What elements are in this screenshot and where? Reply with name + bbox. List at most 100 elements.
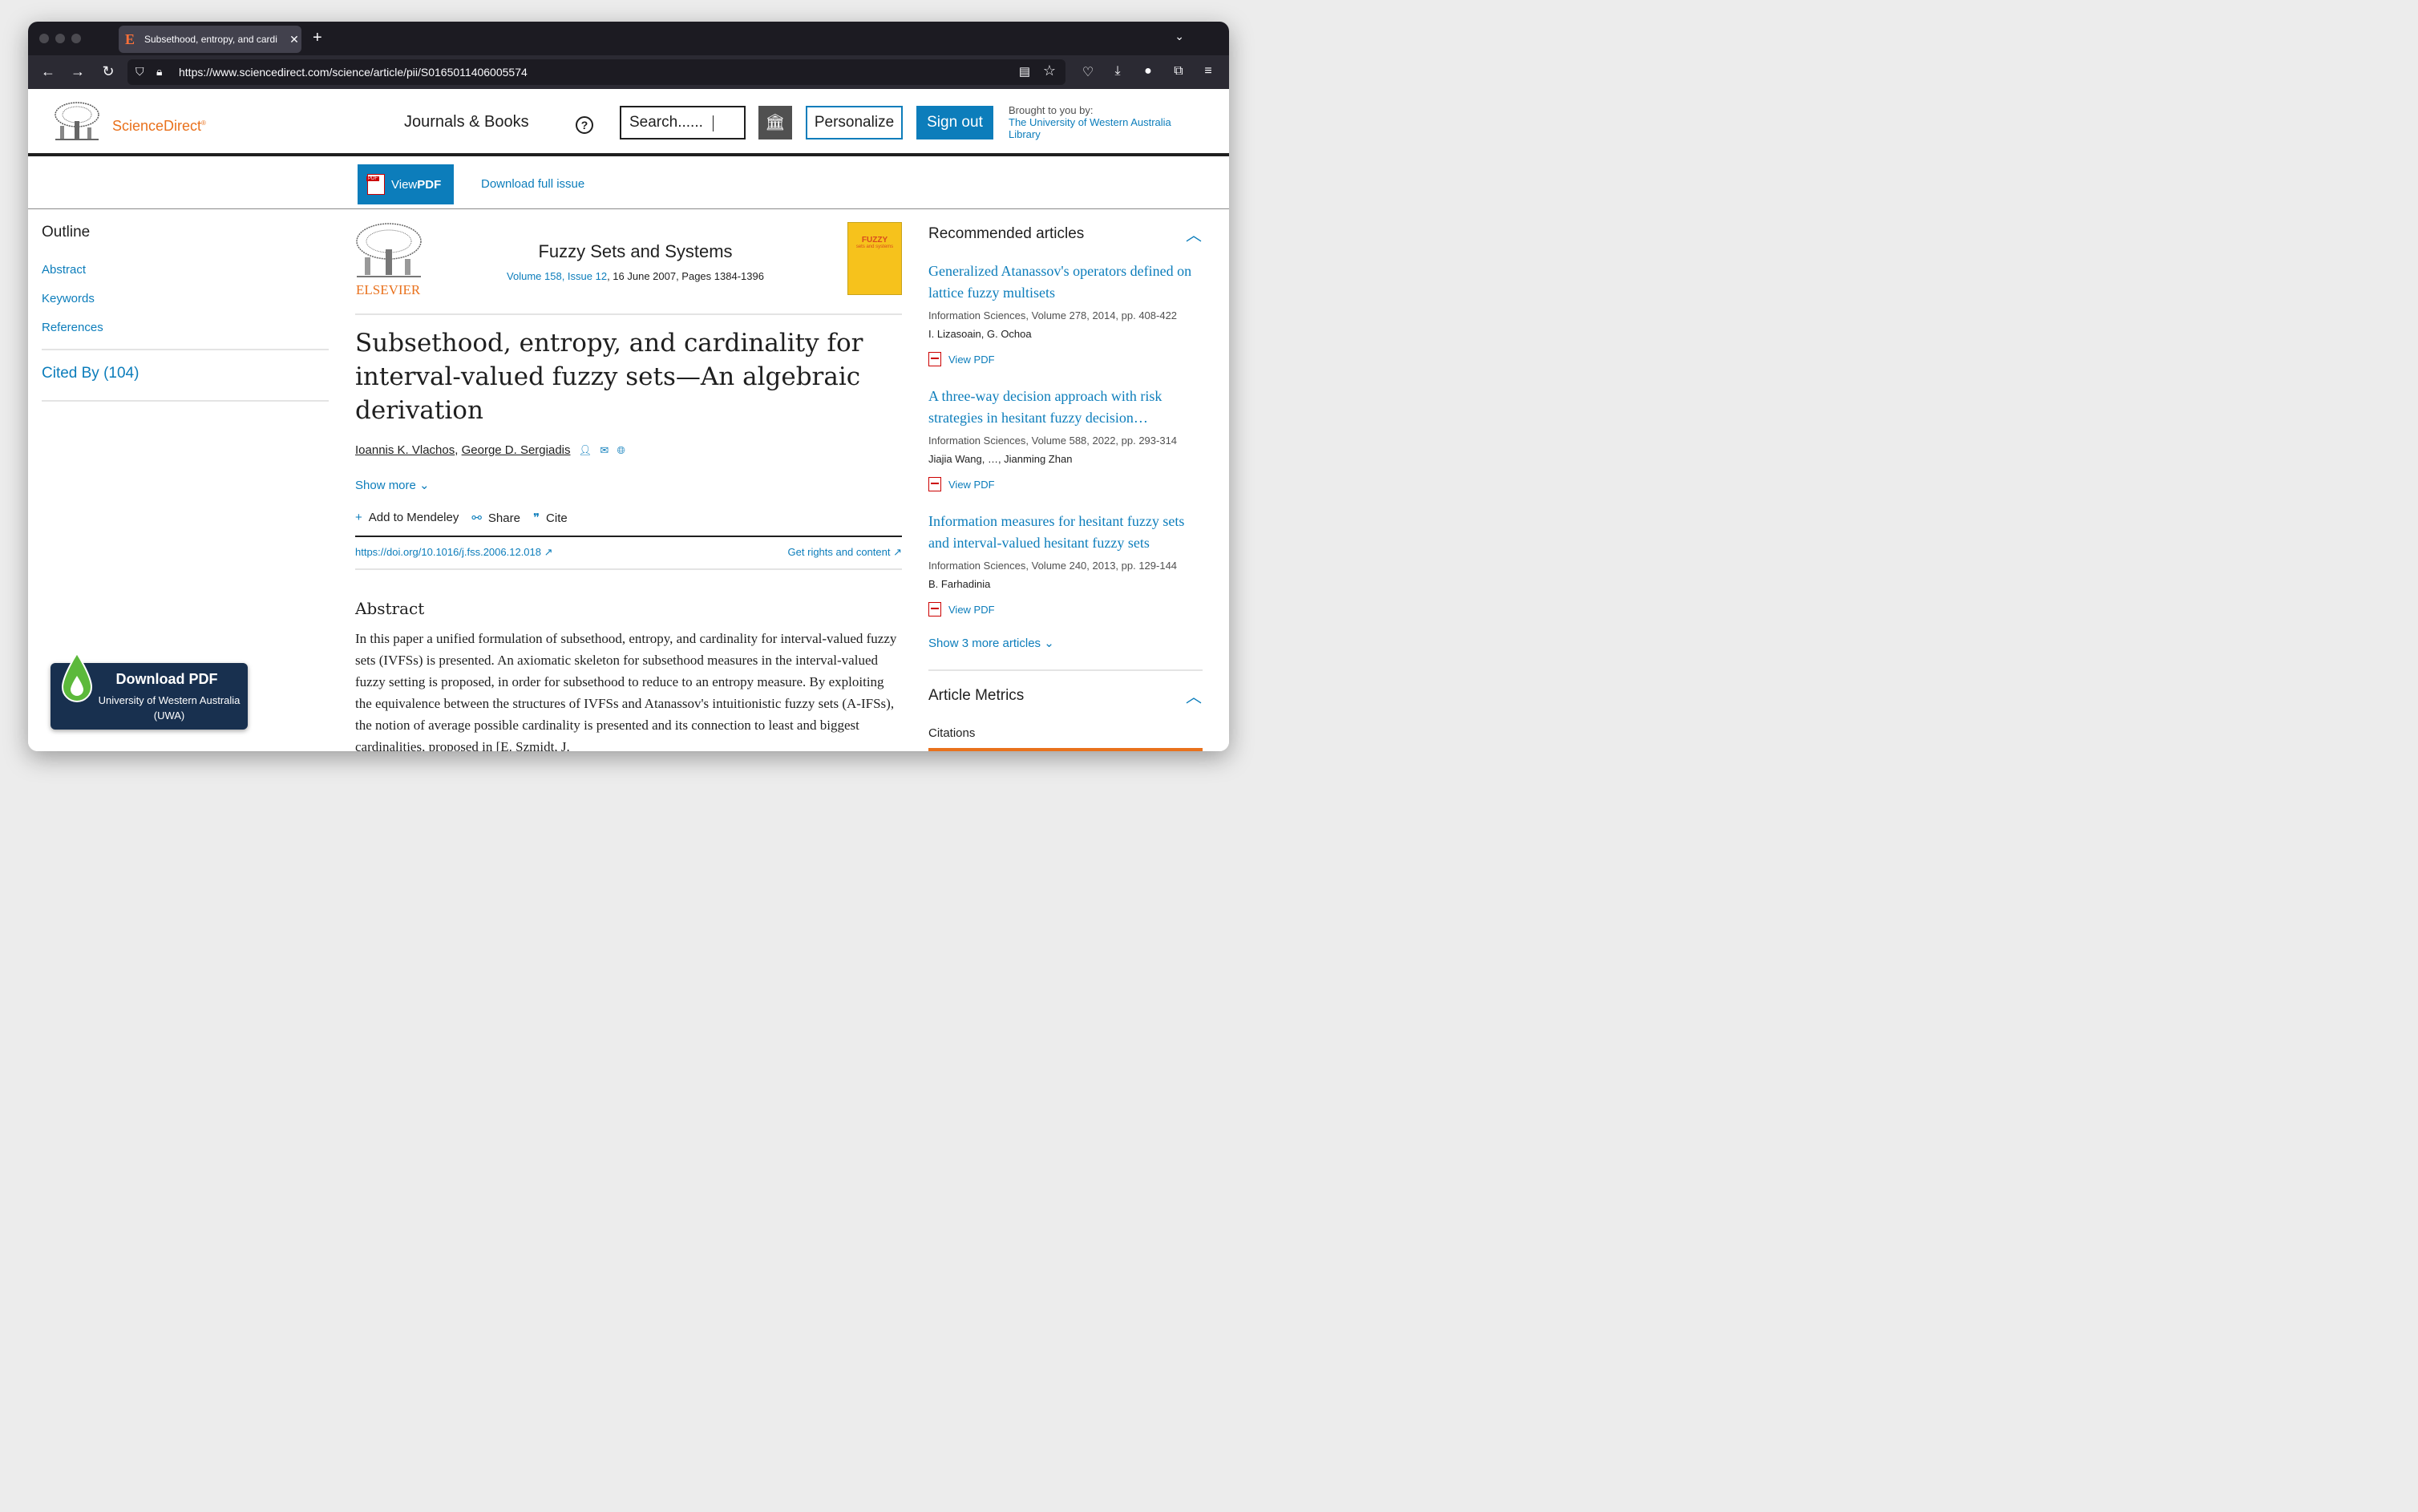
address-bar[interactable]: ⛉ 🔒︎ https://www.sciencedirect.com/scien…	[127, 59, 1065, 85]
elsevier-favicon-icon: E	[125, 30, 135, 47]
envelope-icon[interactable]: ✉	[600, 444, 609, 456]
recommended-article-source: Information Sciences, Volume 240, 2013, …	[928, 560, 1178, 572]
outline-item-keywords[interactable]: Keywords	[42, 292, 95, 305]
show-more-label: Show more	[355, 479, 416, 492]
cite-button[interactable]: ❞ Cite	[533, 511, 568, 525]
volume-issue-link[interactable]: Volume 158, Issue 12	[507, 270, 607, 282]
show-more-articles-button[interactable]: Show 3 more articles ⌄	[928, 636, 1054, 650]
pdf-icon	[928, 602, 941, 617]
recommended-view-pdf-link[interactable]: View PDF	[928, 352, 995, 366]
recommended-articles-heading: Recommended articles	[928, 225, 1085, 242]
personalize-button[interactable]: Personalize	[806, 106, 903, 139]
download-pdf-widget[interactable]: Download PDF University of Western Austr…	[51, 652, 248, 730]
journals-books-link[interactable]: Journals & Books	[404, 113, 529, 131]
tab-bar: E Subsethood, entropy, and cardi ✕ + ⌄	[28, 22, 1229, 55]
doi-text: https://doi.org/10.1016/j.fss.2006.12.01…	[355, 546, 542, 558]
recommended-article-authors: I. Lizasoain, G. Ochoa	[928, 328, 1032, 340]
outline-divider	[42, 349, 329, 350]
download-pdf-institution: University of Western Australia (UWA)	[91, 693, 248, 723]
add-to-mendeley-button[interactable]: + Add to Mendeley	[355, 511, 459, 525]
view-pdf-label: View PDF	[948, 478, 995, 491]
divider	[928, 669, 1203, 671]
new-tab-icon[interactable]: +	[313, 29, 322, 47]
recommended-article-source: Information Sciences, Volume 278, 2014, …	[928, 309, 1178, 321]
view-pdf-label-b: PDF	[417, 177, 442, 192]
download-pdf-title: Download PDF	[115, 671, 218, 687]
forward-arrow-icon[interactable]: →	[69, 63, 87, 80]
lock-icon[interactable]: 🔒︎	[156, 65, 162, 79]
get-rights-text: Get rights and content	[787, 546, 891, 558]
author-link[interactable]: Ioannis K. Vlachos	[355, 443, 455, 457]
chevron-up-icon[interactable]: ︿	[1186, 684, 1202, 707]
elsevier-publisher-tree-icon[interactable]	[355, 222, 423, 281]
back-arrow-icon[interactable]: ←	[39, 63, 57, 80]
institution-icon[interactable]: 🏛︎	[758, 106, 792, 139]
recommended-view-pdf-link[interactable]: View PDF	[928, 602, 995, 617]
reader-view-icon[interactable]: ▤	[1019, 64, 1030, 79]
download-pdf-line2: (UWA)	[153, 710, 185, 722]
author-link[interactable]: George D. Sergiadis	[462, 443, 571, 457]
pdf-file-icon	[366, 174, 385, 195]
account-avatar-icon[interactable]: ●	[1139, 64, 1157, 79]
share-button[interactable]: ⚯ Share	[471, 511, 520, 525]
globe-icon[interactable]: 🌐︎	[617, 444, 625, 456]
divider	[355, 536, 902, 537]
sign-out-button[interactable]: Sign out	[916, 106, 993, 139]
volume-date-pages: , 16 June 2007, Pages 1384-1396	[607, 270, 764, 282]
droplet-logo-icon	[61, 652, 93, 702]
library-link-line2[interactable]: Library	[1009, 128, 1171, 140]
view-pdf-button[interactable]: View PDF	[358, 164, 454, 204]
zoom-window-button[interactable]	[71, 34, 81, 43]
download-full-issue-link[interactable]: Download full issue	[481, 177, 584, 191]
recommended-article-title[interactable]: Information measures for hesitant fuzzy …	[928, 511, 1205, 554]
divider	[355, 313, 902, 315]
pdf-toolbar: View PDF Download full issue	[28, 160, 1229, 209]
recommended-article-title[interactable]: Generalized Atanassov's operators define…	[928, 261, 1205, 304]
downloads-icon[interactable]: ⤓	[1109, 64, 1126, 79]
person-icon[interactable]: 👤︎	[579, 444, 592, 456]
page-content: ScienceDirect® Journals & Books ? Search…	[28, 89, 1229, 751]
pocket-icon[interactable]: ♡	[1079, 64, 1097, 80]
library-link-line1[interactable]: The University of Western Australia	[1009, 116, 1171, 128]
minimize-window-button[interactable]	[55, 34, 65, 43]
help-icon[interactable]: ?	[576, 116, 593, 134]
list-tabs-chevron-icon[interactable]: ⌄	[1175, 30, 1184, 43]
article-title: Subsethood, entropy, and cardinality for…	[355, 329, 863, 425]
reload-icon[interactable]: ↻	[99, 63, 117, 80]
get-rights-link[interactable]: Get rights and content ↗	[788, 546, 902, 559]
outline-item-abstract[interactable]: Abstract	[42, 263, 86, 277]
recommended-article-title[interactable]: A three-way decision approach with risk …	[928, 386, 1205, 429]
journal-title-link[interactable]: Fuzzy Sets and Systems	[481, 241, 790, 262]
view-pdf-label: View PDF	[948, 353, 995, 366]
tracking-shield-icon[interactable]: ⛉	[135, 65, 144, 79]
close-tab-icon[interactable]: ✕	[287, 33, 301, 46]
browser-tab-active[interactable]: E Subsethood, entropy, and cardi ✕	[119, 26, 301, 53]
share-icon: ⚯	[471, 511, 482, 525]
cited-by-link[interactable]: Cited By (104)	[42, 365, 139, 382]
outline-item-references[interactable]: References	[42, 321, 103, 334]
bookmark-star-icon[interactable]: ☆	[1043, 63, 1056, 79]
elsevier-wordmark[interactable]: ELSEVIER	[356, 282, 420, 298]
recommended-article-authors: Jiajia Wang, …, Jianming Zhan	[928, 453, 1073, 465]
journal-cover-image[interactable]: FUZZY sets and systems	[847, 222, 902, 295]
divider	[355, 568, 902, 570]
view-pdf-label: View PDF	[948, 603, 995, 616]
browser-window: E Subsethood, entropy, and cardi ✕ + ⌄ ←…	[28, 22, 1229, 751]
outline-divider	[42, 400, 329, 402]
menu-hamburger-icon[interactable]: ≡	[1199, 64, 1217, 79]
url-text[interactable]: https://www.sciencedirect.com/science/ar…	[179, 66, 528, 79]
recommended-view-pdf-link[interactable]: View PDF	[928, 477, 995, 491]
citations-label: Citations	[928, 726, 976, 740]
abstract-heading: Abstract	[355, 599, 425, 618]
cite-label: Cite	[546, 511, 568, 525]
extensions-icon[interactable]: ⧉	[1170, 64, 1187, 79]
doi-link[interactable]: https://doi.org/10.1016/j.fss.2006.12.01…	[355, 546, 553, 559]
elsevier-tree-logo-icon[interactable]	[54, 102, 100, 144]
sciencedirect-logo[interactable]: ScienceDirect®	[112, 118, 206, 135]
show-more-button[interactable]: Show more ⌄	[355, 478, 430, 492]
external-link-icon: ↗	[544, 546, 553, 558]
search-placeholder: Search......	[629, 114, 703, 131]
search-input[interactable]: Search......	[620, 106, 746, 139]
close-window-button[interactable]	[39, 34, 49, 43]
chevron-up-icon[interactable]: ︿	[1186, 222, 1202, 245]
